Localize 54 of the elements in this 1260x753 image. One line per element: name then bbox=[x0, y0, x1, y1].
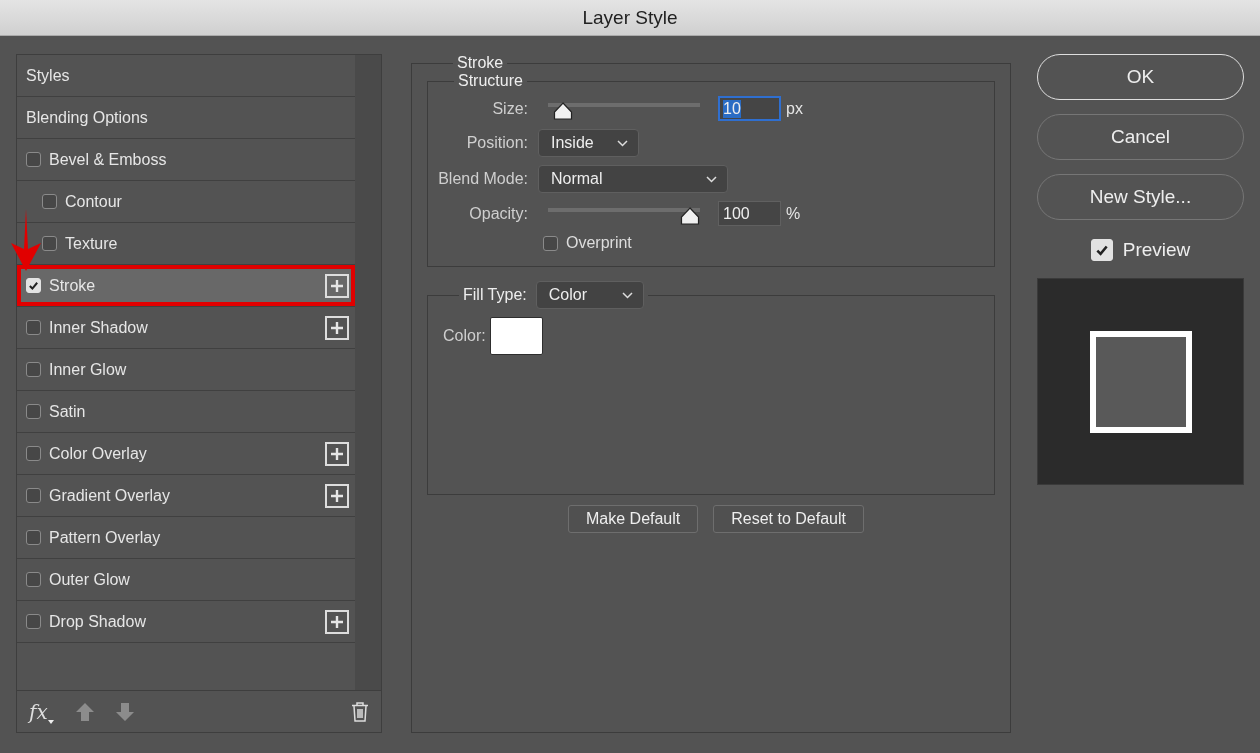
slider-thumb[interactable] bbox=[553, 101, 574, 120]
checkbox[interactable] bbox=[543, 235, 558, 251]
size-field[interactable]: 10 bbox=[718, 96, 781, 121]
checkbox[interactable] bbox=[26, 446, 41, 461]
caret-icon bbox=[47, 719, 54, 724]
field-label: Size: bbox=[491, 99, 529, 118]
checkbox-label: Overprint bbox=[566, 234, 632, 252]
opacity-field[interactable]: 100 bbox=[718, 201, 781, 226]
field-label: Blend Mode: bbox=[437, 170, 529, 188]
style-list-item[interactable]: Stroke bbox=[17, 265, 355, 307]
field-label: Position: bbox=[465, 134, 529, 152]
checkmark-icon bbox=[28, 280, 39, 291]
checkbox[interactable] bbox=[42, 194, 57, 209]
checkmark-icon bbox=[1094, 243, 1109, 257]
group-title: Structure bbox=[457, 72, 524, 90]
dialog-button[interactable]: OK bbox=[1037, 54, 1244, 100]
add-icon[interactable] bbox=[325, 441, 349, 466]
chevron-down-icon bbox=[706, 175, 717, 183]
field-text: 100 bbox=[723, 204, 750, 223]
add-icon[interactable] bbox=[325, 609, 349, 634]
checkbox[interactable] bbox=[26, 362, 41, 377]
fx-button[interactable]: fx bbox=[29, 699, 54, 724]
group-title: Stroke bbox=[456, 54, 505, 72]
checkbox[interactable] bbox=[26, 404, 41, 419]
unit-label: % bbox=[786, 204, 801, 223]
slider-thumb[interactable] bbox=[680, 206, 700, 225]
chevron-down-icon bbox=[621, 291, 633, 299]
color-swatch[interactable] bbox=[489, 317, 543, 355]
field-label: Color: bbox=[443, 327, 486, 345]
checkbox-label: Preview bbox=[1122, 239, 1191, 261]
chevron-down-icon bbox=[617, 139, 628, 147]
blend-mode-dropdown[interactable]: Normal bbox=[538, 165, 728, 193]
trash-icon[interactable] bbox=[351, 701, 369, 722]
fill-type-dropdown[interactable]: Color bbox=[535, 281, 644, 309]
checkbox[interactable] bbox=[42, 236, 57, 251]
checkbox[interactable] bbox=[26, 320, 41, 335]
checkbox[interactable] bbox=[26, 488, 41, 503]
add-icon[interactable] bbox=[325, 315, 349, 340]
checkbox[interactable] bbox=[26, 572, 41, 587]
add-icon[interactable] bbox=[325, 483, 349, 508]
field-label: Fill Type: bbox=[463, 286, 527, 304]
dialog-button[interactable]: Cancel bbox=[1037, 114, 1244, 160]
field-label: Opacity: bbox=[468, 204, 529, 223]
dialog-button[interactable]: New Style... bbox=[1037, 174, 1244, 220]
window-title: Layer Style bbox=[582, 6, 678, 29]
panel-button[interactable]: Make Default bbox=[568, 505, 699, 533]
checkbox[interactable] bbox=[26, 614, 41, 629]
checkbox[interactable] bbox=[26, 530, 41, 545]
add-icon[interactable] bbox=[325, 273, 349, 298]
position-dropdown[interactable]: Inside bbox=[538, 129, 639, 157]
panel-button[interactable]: Reset to Default bbox=[713, 505, 864, 533]
checkbox[interactable] bbox=[26, 152, 41, 167]
selected-text: 10 bbox=[723, 99, 741, 118]
unit-label: px bbox=[786, 99, 803, 118]
